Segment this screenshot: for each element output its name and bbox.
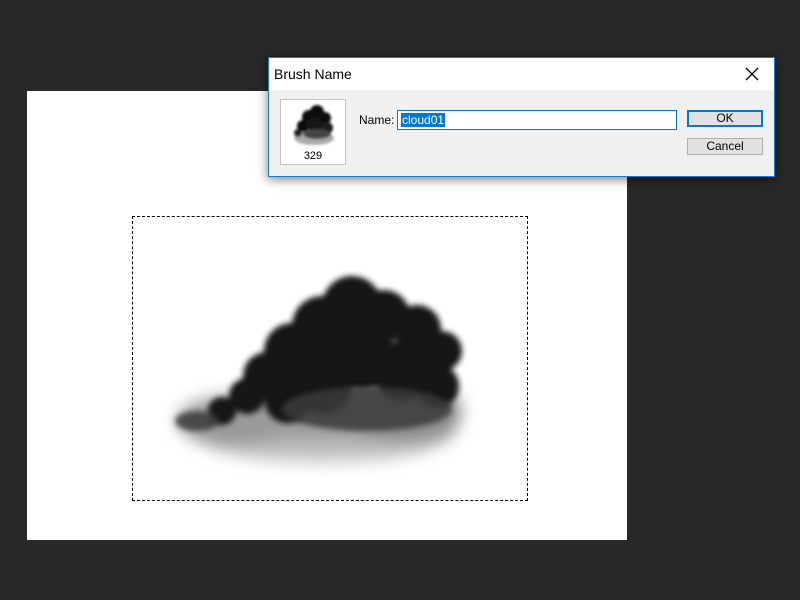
ok-button[interactable]: OK [687, 110, 763, 127]
name-label: Name: [359, 113, 395, 127]
cancel-button[interactable]: Cancel [687, 138, 763, 155]
brush-preview: 329 [280, 99, 346, 165]
brush-name-dialog: Brush Name 329 Name: cloud01 OK Cancel [268, 57, 775, 177]
dialog-title: Brush Name [274, 66, 352, 82]
workspace: Brush Name 329 Name: cloud01 OK Cancel [0, 0, 800, 600]
cloud-brush-thumbnail [294, 105, 334, 145]
dialog-titlebar[interactable]: Brush Name [269, 58, 774, 90]
brush-name-value: cloud01 [401, 113, 446, 127]
close-button[interactable] [730, 58, 774, 90]
brush-name-input[interactable]: cloud01 [397, 110, 677, 130]
close-icon [745, 67, 759, 81]
cloud-image [175, 276, 462, 464]
brush-size-label: 329 [303, 150, 323, 162]
